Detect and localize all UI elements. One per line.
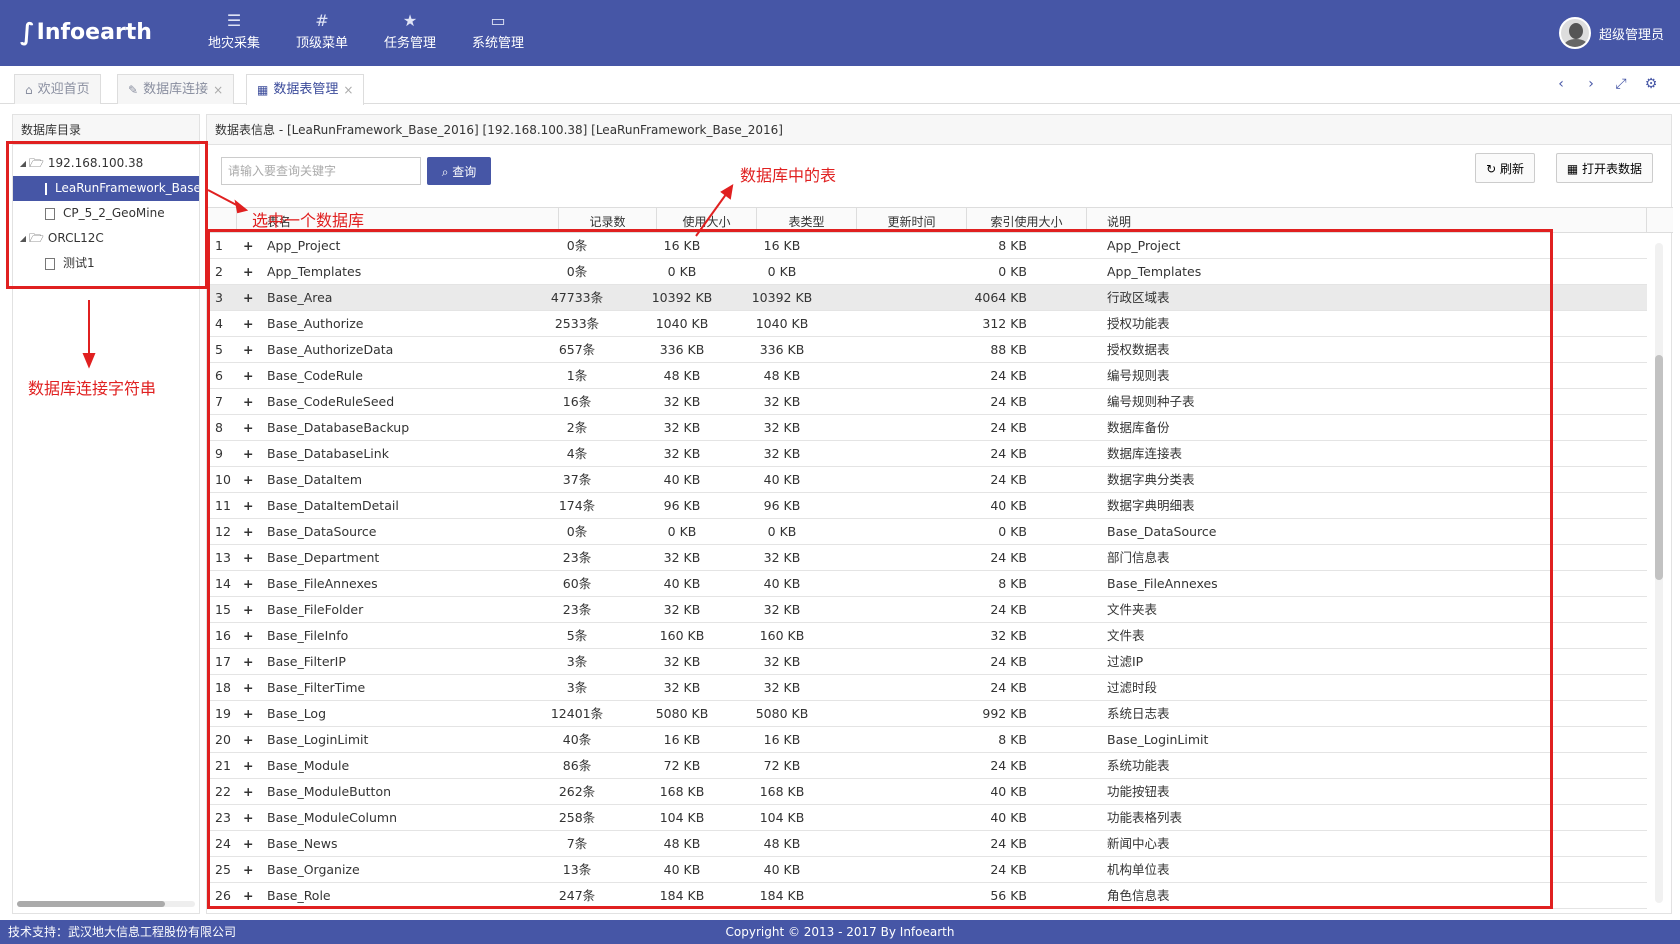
copyright: Copyright © 2013 - 2017 By Infoearth [725,925,955,939]
footer: 技术支持：武汉地大信息工程股份有限公司 Copyright © 2013 - 2… [0,920,1680,944]
annotation-arrows [82,184,734,369]
